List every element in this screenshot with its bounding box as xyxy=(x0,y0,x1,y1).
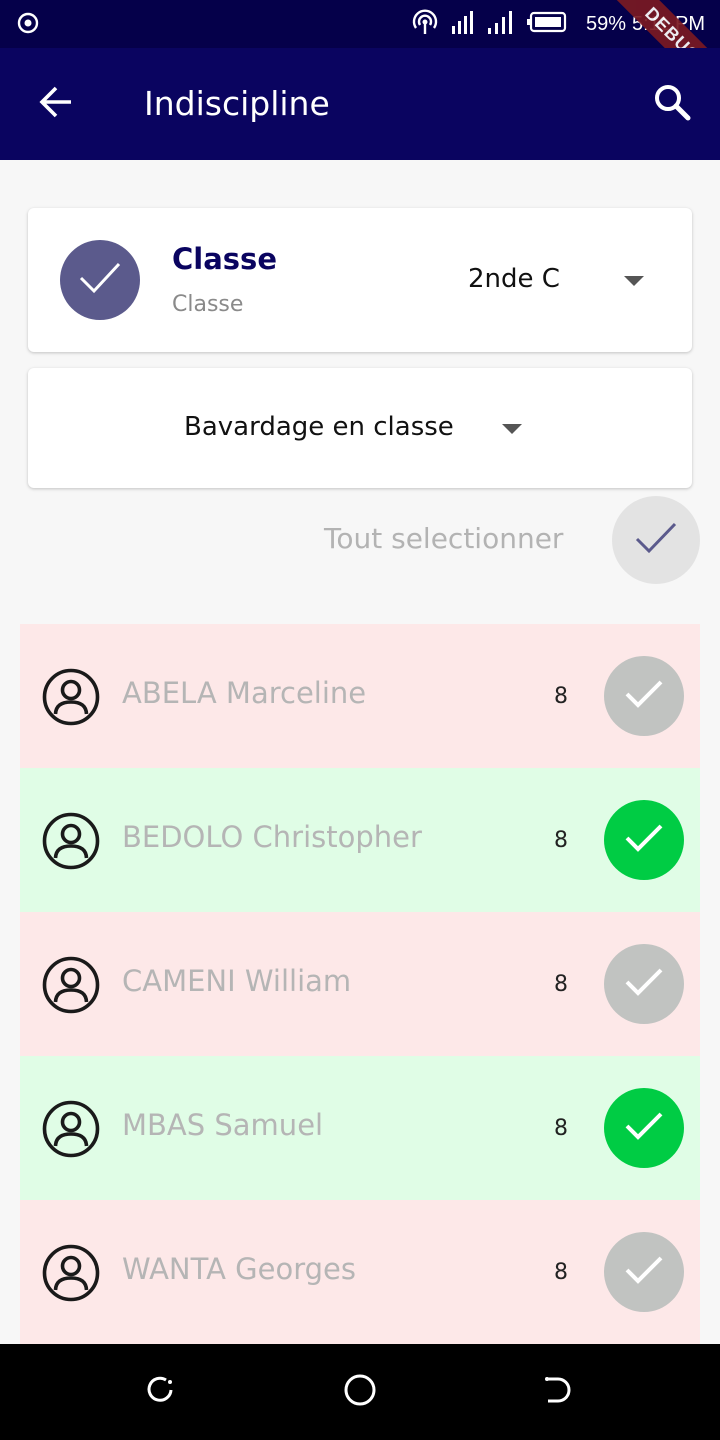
class-check-avatar xyxy=(60,240,140,320)
person-circle-icon xyxy=(42,1244,100,1302)
class-heading: Classe xyxy=(172,242,277,276)
back-nav-button[interactable] xyxy=(538,1372,578,1412)
reason-card: Bavardage en classe xyxy=(28,368,692,488)
student-count: 8 xyxy=(554,972,568,997)
person-circle-icon xyxy=(42,1100,100,1158)
student-row[interactable]: BEDOLO Christopher 8 xyxy=(20,768,700,912)
app-bar: Indiscipline xyxy=(0,48,720,160)
student-name: MBAS Samuel xyxy=(122,1108,324,1142)
search-button[interactable] xyxy=(640,80,704,128)
person-circle-icon xyxy=(42,668,100,726)
check-icon xyxy=(624,678,664,714)
student-row[interactable]: CAMENI William 8 xyxy=(20,912,700,1056)
student-row[interactable]: ABELA Marceline 8 xyxy=(20,624,700,768)
status-bar: 59% 5:11 PM DEBUG xyxy=(0,0,720,113)
student-name: ABELA Marceline xyxy=(122,676,367,710)
select-all-row: Tout selectionner xyxy=(300,496,700,584)
select-all-toggle[interactable] xyxy=(612,496,700,584)
class-card: Classe Classe 2nde C xyxy=(28,208,692,352)
battery-icon xyxy=(526,10,568,38)
student-count: 8 xyxy=(554,1116,568,1141)
arrow-left-icon xyxy=(38,84,74,124)
signal-ht-icon xyxy=(450,8,476,40)
recents-button[interactable] xyxy=(140,1372,180,1412)
student-select-toggle[interactable] xyxy=(604,1232,684,1312)
home-button[interactable] xyxy=(340,1372,380,1412)
check-icon xyxy=(633,520,679,560)
student-count: 8 xyxy=(554,1260,568,1285)
person-circle-icon xyxy=(42,956,100,1014)
recents-icon xyxy=(144,1374,176,1410)
class-dropdown-value: 2nde C xyxy=(468,264,560,294)
class-subheading: Classe xyxy=(172,292,244,317)
student-list: ABELA Marceline 8 BEDOLO Christopher 8 C… xyxy=(20,624,700,1344)
check-icon xyxy=(624,1254,664,1290)
reason-dropdown-value: Bavardage en classe xyxy=(184,412,454,442)
student-count: 8 xyxy=(554,828,568,853)
status-icons xyxy=(410,8,568,40)
location-indicator-icon xyxy=(16,11,40,35)
home-icon xyxy=(343,1373,377,1411)
check-icon xyxy=(624,822,664,858)
student-name: BEDOLO Christopher xyxy=(122,820,422,854)
page-title: Indiscipline xyxy=(144,84,330,123)
check-icon xyxy=(624,966,664,1002)
student-count: 8 xyxy=(554,684,568,709)
reason-dropdown[interactable]: Bavardage en classe xyxy=(178,408,578,448)
caret-down-icon xyxy=(502,424,522,434)
student-select-toggle[interactable] xyxy=(604,800,684,880)
hotspot-icon xyxy=(410,8,440,40)
student-select-toggle[interactable] xyxy=(604,656,684,736)
person-circle-icon xyxy=(42,812,100,870)
student-row[interactable]: MBAS Samuel 8 xyxy=(20,1056,700,1200)
system-nav-bar xyxy=(0,1344,720,1440)
select-all-label: Tout selectionner xyxy=(324,522,564,555)
battery-percentage: 59% xyxy=(586,13,627,35)
check-icon xyxy=(624,1110,664,1146)
student-name: CAMENI William xyxy=(122,964,352,998)
back-nav-icon xyxy=(542,1374,574,1410)
check-icon xyxy=(78,260,122,300)
back-button[interactable] xyxy=(24,80,88,128)
student-select-toggle[interactable] xyxy=(604,1088,684,1168)
student-select-toggle[interactable] xyxy=(604,944,684,1024)
class-dropdown[interactable]: 2nde C xyxy=(438,260,668,300)
caret-down-icon xyxy=(624,276,644,286)
student-name: WANTA Georges xyxy=(122,1252,356,1286)
student-row[interactable]: WANTA Georges 8 xyxy=(20,1200,700,1344)
signal-icon xyxy=(486,8,516,40)
search-icon xyxy=(653,83,691,125)
